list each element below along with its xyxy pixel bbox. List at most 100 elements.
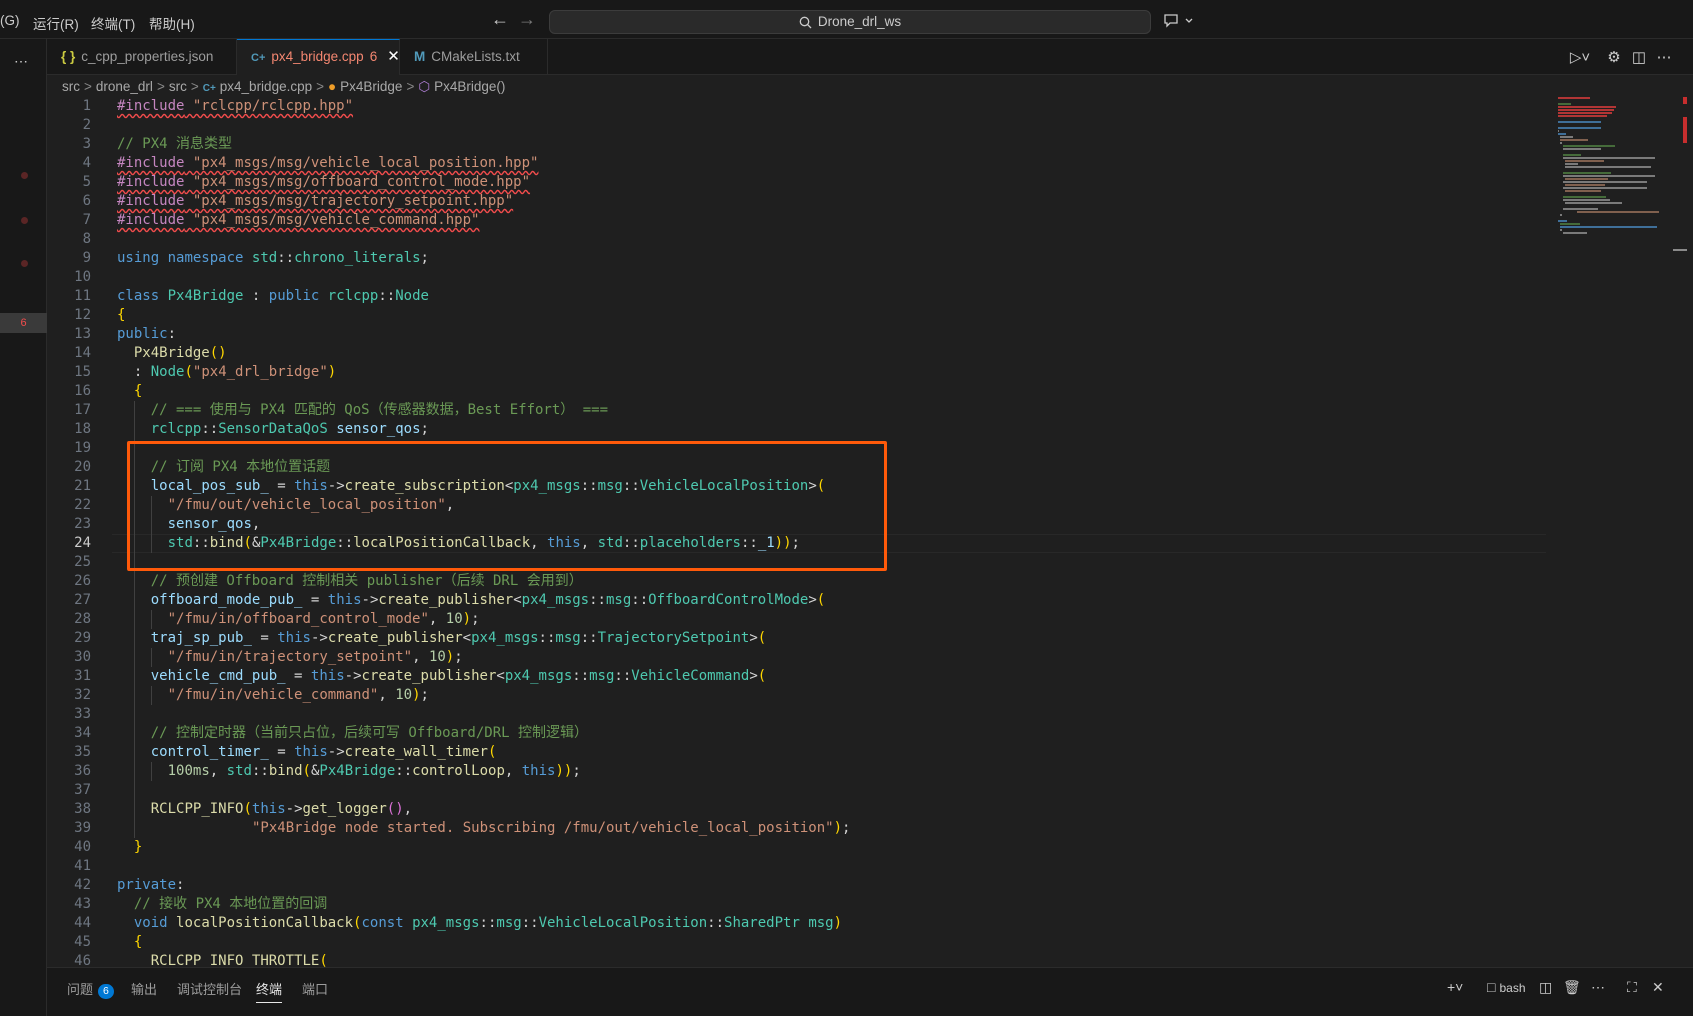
close-icon[interactable]: ✕: [387, 48, 400, 65]
breadcrumb-file[interactable]: px4_bridge.cpp: [220, 79, 312, 94]
tab-ports[interactable]: 端口: [302, 979, 328, 998]
code-line[interactable]: 36 100ms, std::bind(&Px4Bridge::controlL…: [47, 762, 1546, 781]
tab-terminal[interactable]: 终端: [256, 979, 283, 1003]
search-icon: [799, 16, 812, 29]
line-number: 44: [74, 915, 91, 931]
breadcrumb-class[interactable]: Px4Bridge: [340, 79, 402, 94]
code-line[interactable]: 16 {: [47, 382, 1546, 401]
code-line[interactable]: 15 : Node("px4_drl_bridge"): [47, 363, 1546, 382]
code-line[interactable]: 44 void localPositionCallback(const px4_…: [47, 914, 1546, 933]
trash-icon[interactable]: 🗑: [1563, 977, 1581, 997]
breakpoint-dot-icon[interactable]: [21, 172, 28, 179]
code-line[interactable]: 39 "Px4Bridge node started. Subscribing …: [47, 819, 1546, 838]
breakpoint-dot-icon[interactable]: [21, 260, 28, 267]
code-line[interactable]: 30 "/fmu/in/trajectory_setpoint", 10);: [47, 648, 1546, 667]
method-icon: ⬡: [418, 79, 431, 94]
code-line[interactable]: 5 #include "px4_msgs/msg/offboard_control…: [47, 173, 1546, 192]
tab-cmakelists[interactable]: M CMakeLists.txt: [400, 39, 548, 75]
problems-badge: 6: [98, 984, 114, 999]
code-line[interactable]: 7 #include "px4_msgs/msg/vehicle_command.…: [47, 211, 1546, 230]
code-text: }: [133, 839, 143, 855]
maximize-icon[interactable]: ⛶: [1627, 977, 1637, 997]
code-line[interactable]: 8: [47, 230, 1546, 249]
code-line[interactable]: 43 // 接收 PX4 本地位置的回调: [47, 895, 1546, 914]
run-debug-icon[interactable]: ▷˅: [1564, 48, 1596, 68]
code-line[interactable]: 3 // PX4 消息类型: [47, 135, 1546, 154]
tab-px4-bridge-cpp[interactable]: C+ px4_bridge.cpp 6 ✕: [237, 39, 400, 75]
line-number: 46: [74, 953, 91, 967]
code-line[interactable]: 9 using namespace std::chrono_literals;: [47, 249, 1546, 268]
code-line[interactable]: 10: [47, 268, 1546, 287]
code-line[interactable]: 46 RCLCPP_INFO_THROTTLE(: [47, 952, 1546, 967]
breadcrumb-src-inner[interactable]: src: [169, 79, 187, 94]
code-text: : Node("px4_drl_bridge"): [133, 364, 337, 380]
breakpoint-dot-icon[interactable]: [21, 217, 28, 224]
annotation-highlight-box: [127, 441, 887, 571]
code-line[interactable]: 34 // 控制定时器（当前只占位，后续可写 Offboard/DRL 控制逻辑…: [47, 724, 1546, 743]
code-text: public:: [117, 326, 177, 342]
tab-label: c_cpp_properties.json: [81, 49, 214, 64]
menu-go[interactable]: (G): [0, 13, 20, 28]
gear-icon[interactable]: ⚙: [1604, 48, 1624, 68]
line-number: 21: [74, 478, 91, 494]
tab-label: px4_bridge.cpp: [271, 49, 364, 64]
code-line[interactable]: 27 offboard_mode_pub_ = this->create_pub…: [47, 591, 1546, 610]
line-number: 42: [74, 877, 91, 893]
code-line[interactable]: 33: [47, 705, 1546, 724]
code-line[interactable]: 18 rclcpp::SensorDataQoS sensor_qos;: [47, 420, 1546, 439]
error-count-badge[interactable]: 6: [0, 313, 47, 333]
code-line[interactable]: 14 Px4Bridge(): [47, 344, 1546, 363]
tab-problems[interactable]: 问题 6: [67, 979, 114, 999]
code-line[interactable]: 17 // === 使用与 PX4 匹配的 QoS（传感器数据，Best Eff…: [47, 401, 1546, 420]
code-line[interactable]: 32 "/fmu/in/vehicle_command", 10);: [47, 686, 1546, 705]
minimap-line: [1562, 175, 1655, 177]
close-panel-icon[interactable]: ✕: [1652, 977, 1664, 997]
code-line[interactable]: 4 #include "px4_msgs/msg/vehicle_local_po…: [47, 154, 1546, 173]
split-editor-icon[interactable]: ◫: [1629, 48, 1649, 68]
code-line[interactable]: 28 "/fmu/in/offboard_control_mode", 10);: [47, 610, 1546, 629]
code-line[interactable]: 35 control_timer_ = this->create_wall_ti…: [47, 743, 1546, 762]
code-text: {: [117, 307, 126, 323]
code-line[interactable]: 11 class Px4Bridge : public rclcpp::Node: [47, 287, 1546, 306]
code-line[interactable]: 6 #include "px4_msgs/msg/trajectory_setpo…: [47, 192, 1546, 211]
menu-help[interactable]: 帮助(H): [149, 13, 195, 33]
minimap[interactable]: [1558, 97, 1678, 897]
code-line[interactable]: 41: [47, 857, 1546, 876]
code-line[interactable]: 45 {: [47, 933, 1546, 952]
tab-debug-console[interactable]: 调试控制台: [177, 979, 242, 998]
code-line[interactable]: 31 vehicle_cmd_pub_ = this->create_publi…: [47, 667, 1546, 686]
code-text: {: [133, 934, 143, 950]
split-terminal-icon[interactable]: ◫: [1539, 977, 1552, 997]
code-line[interactable]: 26 // 预创建 Offboard 控制相关 publisher（后续 DRL…: [47, 572, 1546, 591]
breadcrumb-method[interactable]: Px4Bridge(): [434, 79, 505, 94]
code-line[interactable]: 29 traj_sp_pub_ = this->create_publisher…: [47, 629, 1546, 648]
code-line[interactable]: 1 #include "rclcpp/rclcpp.hpp": [47, 97, 1546, 116]
more-actions-icon[interactable]: ⋯: [1654, 48, 1674, 68]
code-line[interactable]: 37: [47, 781, 1546, 800]
line-number: 26: [74, 573, 91, 589]
command-center-search[interactable]: Drone_drl_ws: [549, 10, 1151, 34]
chat-icon[interactable]: [1162, 11, 1196, 31]
tab-c-cpp-properties[interactable]: { } c_cpp_properties.json: [47, 39, 237, 75]
forward-arrow-icon[interactable]: →: [517, 9, 537, 29]
back-arrow-icon[interactable]: ←: [490, 9, 510, 29]
code-line[interactable]: 2: [47, 116, 1546, 135]
code-line[interactable]: 40 }: [47, 838, 1546, 857]
tab-output[interactable]: 输出: [131, 979, 157, 998]
more-icon[interactable]: ⋯: [1591, 977, 1605, 997]
new-terminal-icon[interactable]: +˅: [1447, 977, 1463, 997]
menu-terminal[interactable]: 终端(T): [91, 13, 135, 33]
more-icon[interactable]: ⋯: [14, 53, 29, 70]
line-number: 24: [74, 535, 91, 551]
breadcrumb-drone-drl[interactable]: drone_drl: [96, 79, 153, 94]
terminal-icon[interactable]: □ bash: [1487, 977, 1526, 998]
line-number: 9: [82, 250, 91, 266]
code-line[interactable]: 12 {: [47, 306, 1546, 325]
code-line[interactable]: 13 public:: [47, 325, 1546, 344]
code-line[interactable]: 42 private:: [47, 876, 1546, 895]
overview-ruler[interactable]: [1673, 97, 1687, 897]
menu-run[interactable]: 运行(R): [33, 13, 79, 33]
code-line[interactable]: 38 RCLCPP_INFO(this->get_logger(),: [47, 800, 1546, 819]
breadcrumb-src[interactable]: src: [62, 79, 80, 94]
code-text: using namespace std::chrono_literals;: [117, 250, 429, 266]
